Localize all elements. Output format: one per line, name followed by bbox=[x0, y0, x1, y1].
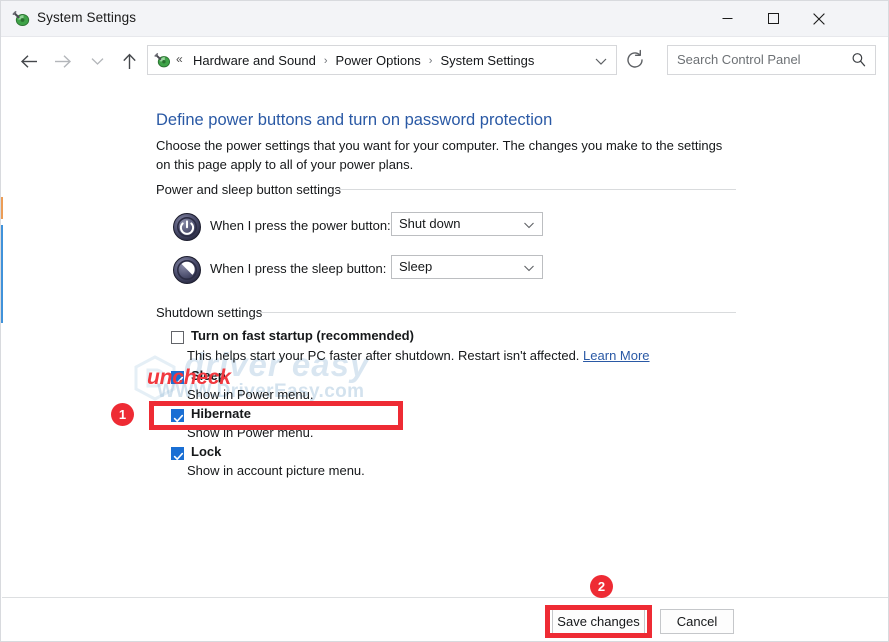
annotation-highlight-box-1 bbox=[149, 401, 403, 430]
edge-artifact bbox=[1, 225, 3, 323]
edge-artifact bbox=[1, 197, 3, 219]
checkmark-icon bbox=[173, 449, 184, 460]
page-title: Define power buttons and turn on passwor… bbox=[156, 111, 552, 130]
power-button-action-select[interactable]: Shut down bbox=[391, 212, 543, 236]
refresh-icon[interactable] bbox=[623, 48, 647, 72]
section-divider bbox=[335, 189, 736, 190]
minimize-button[interactable] bbox=[704, 1, 750, 36]
fast-startup-description: This helps start your PC faster after sh… bbox=[187, 348, 650, 363]
fast-startup-checkbox[interactable] bbox=[171, 331, 184, 344]
power-button-icon bbox=[172, 212, 202, 242]
breadcrumb-item-power-options[interactable]: Power Options bbox=[335, 53, 422, 68]
address-bar[interactable]: « Hardware and Sound › Power Options › S… bbox=[147, 45, 617, 75]
page-description: Choose the power settings that you want … bbox=[156, 136, 726, 174]
title-bar: System Settings bbox=[1, 1, 889, 37]
power-button-label: When I press the power button: bbox=[210, 218, 391, 233]
address-overflow-chevrons[interactable]: « bbox=[176, 52, 183, 66]
window-title: System Settings bbox=[37, 10, 136, 25]
breadcrumb: Hardware and Sound › Power Options › Sys… bbox=[192, 52, 535, 69]
search-input[interactable]: Search Control Panel bbox=[667, 45, 876, 75]
sleep-button-action-value: Sleep bbox=[399, 259, 432, 274]
lock-option-label: Lock bbox=[191, 444, 221, 459]
power-button-action-value: Shut down bbox=[399, 216, 460, 231]
chevron-down-icon[interactable] bbox=[523, 218, 535, 230]
breadcrumb-separator[interactable]: › bbox=[422, 55, 440, 67]
sleep-moon-icon bbox=[172, 255, 202, 285]
annotation-badge-2: 2 bbox=[590, 575, 613, 598]
breadcrumb-separator[interactable]: › bbox=[317, 55, 335, 67]
chevron-down-icon[interactable] bbox=[594, 54, 608, 68]
search-icon[interactable] bbox=[851, 52, 866, 67]
up-arrow-icon[interactable] bbox=[113, 46, 145, 76]
sleep-button-action-select[interactable]: Sleep bbox=[391, 255, 543, 279]
learn-more-link[interactable]: Learn More bbox=[583, 348, 649, 363]
lock-option-checkbox[interactable] bbox=[171, 447, 184, 460]
section-header-power-and-sleep: Power and sleep button settings bbox=[156, 182, 341, 197]
close-button[interactable] bbox=[796, 1, 842, 36]
fast-startup-description-text: This helps start your PC faster after sh… bbox=[187, 348, 579, 363]
search-placeholder: Search Control Panel bbox=[677, 52, 801, 67]
section-header-shutdown-settings: Shutdown settings bbox=[156, 305, 262, 320]
breadcrumb-item-system-settings[interactable]: System Settings bbox=[439, 53, 535, 68]
forward-arrow-icon[interactable] bbox=[47, 46, 79, 76]
chevron-down-icon[interactable] bbox=[523, 261, 535, 273]
control-panel-power-icon bbox=[154, 52, 171, 69]
annotation-badge-1: 1 bbox=[111, 403, 134, 426]
fast-startup-label: Turn on fast startup (recommended) bbox=[191, 328, 414, 343]
content-area: driver easy WWW.DriverEasy.com Define po… bbox=[1, 84, 889, 597]
sleep-button-label: When I press the sleep button: bbox=[210, 261, 386, 276]
section-divider bbox=[259, 312, 736, 313]
footer-divider bbox=[2, 597, 889, 598]
recent-locations-chevron-icon[interactable] bbox=[81, 46, 113, 76]
system-settings-window: System Settings bbox=[0, 0, 889, 642]
annotation-uncheck-note: uncheck bbox=[147, 366, 231, 390]
maximize-button[interactable] bbox=[750, 1, 796, 36]
control-panel-power-icon bbox=[12, 10, 30, 28]
annotation-highlight-box-2 bbox=[545, 605, 652, 638]
breadcrumb-item-hardware-and-sound[interactable]: Hardware and Sound bbox=[192, 53, 317, 68]
cancel-button[interactable]: Cancel bbox=[660, 609, 734, 634]
lock-option-description: Show in account picture menu. bbox=[187, 463, 365, 478]
back-arrow-icon[interactable] bbox=[13, 46, 45, 76]
